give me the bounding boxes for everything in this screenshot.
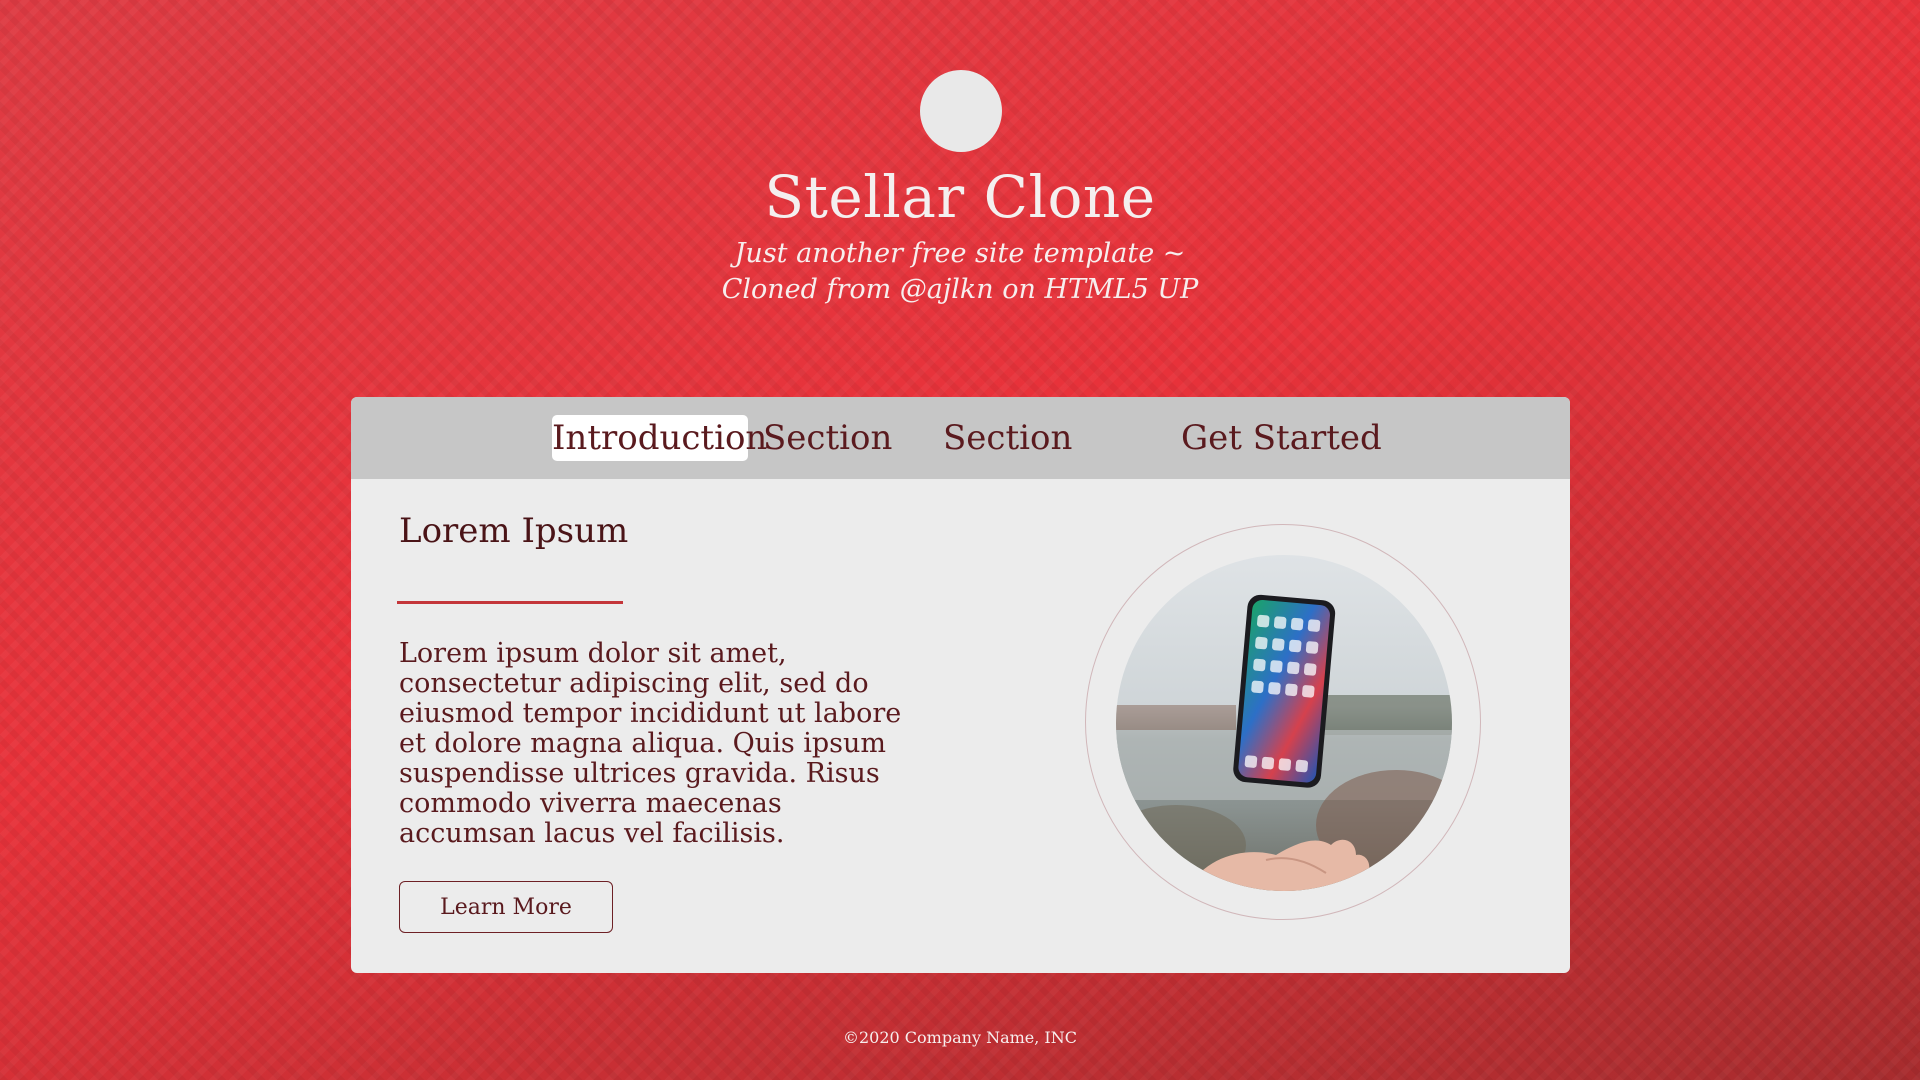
section-heading: Lorem Ipsum: [399, 511, 629, 551]
nav-item-section-1[interactable]: Section: [763, 415, 892, 461]
body-paragraph: Lorem ipsum dolor sit amet, consectetur …: [399, 638, 902, 849]
nav-item-section-2[interactable]: Section: [943, 415, 1072, 461]
site-tagline: Just another free site template ~ Cloned…: [0, 236, 1920, 308]
tagline-line-1: Just another free site template ~: [734, 238, 1186, 269]
logo: [920, 70, 1002, 152]
nav-item-introduction[interactable]: Introduction: [552, 415, 767, 461]
site-title: Stellar Clone: [764, 163, 1156, 231]
nav-bar: Introduction Section Section Get Started: [351, 397, 1570, 479]
main-card: Introduction Section Section Get Started…: [351, 397, 1570, 973]
nav-item-get-started[interactable]: Get Started: [1181, 415, 1382, 461]
image-ring: [1085, 524, 1481, 920]
learn-more-button[interactable]: Learn More: [399, 881, 613, 933]
tagline-line-2: Cloned from @ajlkn on HTML5 UP: [721, 274, 1199, 305]
phone-photo: [1116, 555, 1452, 891]
footer-copyright: ©2020 Company Name, INC: [843, 1028, 1077, 1047]
heading-divider: [397, 601, 623, 604]
